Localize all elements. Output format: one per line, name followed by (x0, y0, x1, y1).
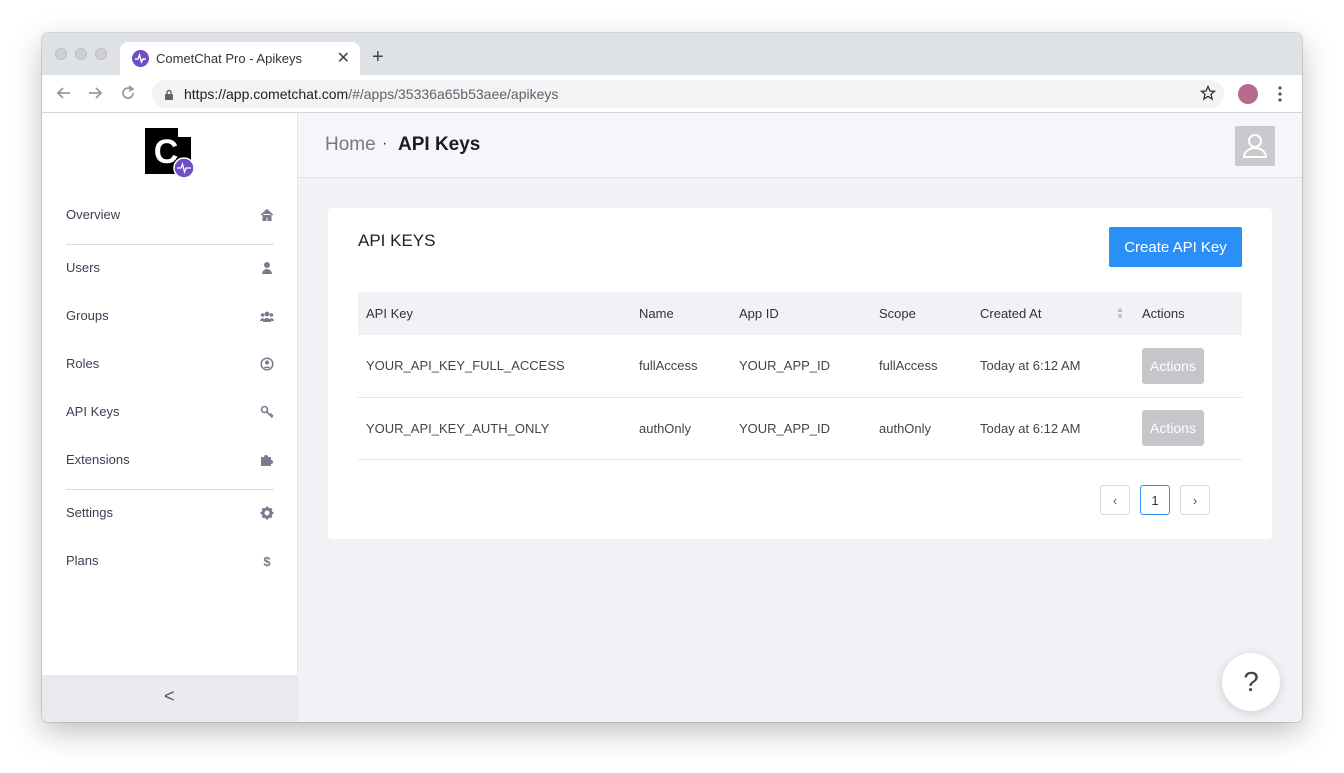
sidebar: C Overview Users Groups Roles API Keys E… (42, 113, 298, 722)
key-icon (260, 405, 274, 419)
column-header-name: Name (631, 292, 731, 335)
browser-tab[interactable]: CometChat Pro - Apikeys ✕ (120, 42, 360, 75)
pagination-page-button[interactable]: 1 (1140, 485, 1170, 515)
cell-actions: Actions (1134, 335, 1242, 398)
pagination-next-button[interactable]: › (1180, 485, 1210, 515)
sidebar-item-label: Users (66, 260, 100, 275)
cell-created-at: Today at 6:12 AM (972, 397, 1134, 460)
bookmark-star-icon[interactable] (1199, 84, 1217, 106)
main-content: Home · API Keys API KEYS Create API Key … (298, 113, 1302, 722)
users-group-icon (260, 309, 274, 323)
cell-app-id: YOUR_APP_ID (731, 335, 871, 398)
sidebar-item-extensions[interactable]: Extensions (66, 448, 274, 472)
sidebar-divider (66, 489, 274, 490)
window-zoom-button[interactable] (95, 48, 107, 60)
user-icon (260, 261, 274, 275)
table-row: YOUR_API_KEY_FULL_ACCESS fullAccess YOUR… (358, 335, 1242, 398)
user-circle-icon (260, 357, 274, 371)
pagination-prev-button[interactable]: ‹ (1100, 485, 1130, 515)
new-tab-button[interactable]: + (372, 47, 384, 67)
cell-api-key: YOUR_API_KEY_AUTH_ONLY (358, 397, 631, 460)
cometchat-logo[interactable]: C (144, 127, 198, 181)
address-bar[interactable]: https://app.cometchat.com/#/apps/35336a6… (152, 80, 1224, 108)
column-header-actions: Actions (1134, 292, 1242, 335)
cell-api-key: YOUR_API_KEY_FULL_ACCESS (358, 335, 631, 398)
column-header-created-at[interactable]: Created At ▲ ▼ (972, 292, 1134, 335)
url-host: https://app.cometchat.com (184, 86, 349, 102)
sidebar-item-label: Groups (66, 308, 109, 323)
cell-actions: Actions (1134, 397, 1242, 460)
reload-icon[interactable] (118, 83, 138, 103)
sidebar-item-api-keys[interactable]: API Keys (66, 400, 274, 424)
url-path: /#/apps/35336a65b53aee/apikeys (348, 86, 559, 102)
home-icon (260, 208, 274, 222)
sidebar-item-label: Roles (66, 356, 100, 371)
sidebar-item-label: Extensions (66, 452, 130, 467)
user-avatar[interactable] (1235, 126, 1275, 166)
header-bar: Home · API Keys (298, 113, 1302, 178)
column-header-scope: Scope (871, 292, 972, 335)
sidebar-item-label: API Keys (66, 404, 120, 419)
cell-app-id: YOUR_APP_ID (731, 397, 871, 460)
cell-name: authOnly (631, 397, 731, 460)
window-minimize-button[interactable] (75, 48, 87, 60)
sidebar-item-roles[interactable]: Roles (66, 352, 274, 376)
sort-icon[interactable]: ▲ ▼ (1116, 306, 1124, 321)
browser-toolbar: https://app.cometchat.com/#/apps/35336a6… (42, 75, 1302, 113)
chevron-left-icon: < (164, 686, 175, 706)
sidebar-item-users[interactable]: Users (66, 256, 274, 280)
sidebar-divider (66, 244, 274, 245)
breadcrumb-home[interactable]: Home (325, 134, 376, 156)
back-icon[interactable] (54, 83, 74, 103)
api-keys-table: API Key Name App ID Scope Created At ▲ ▼ A… (358, 292, 1242, 460)
table-row: YOUR_API_KEY_AUTH_ONLY authOnly YOUR_APP… (358, 397, 1242, 460)
gear-icon (260, 506, 274, 520)
actions-button[interactable]: Actions (1142, 410, 1204, 446)
sidebar-item-plans[interactable]: Plans $ (66, 549, 274, 573)
column-header-app-id: App ID (731, 292, 871, 335)
profile-avatar[interactable] (1238, 84, 1258, 104)
tab-strip: CometChat Pro - Apikeys ✕ + (42, 33, 1302, 75)
card-title: API KEYS (358, 231, 436, 250)
column-header-label: Created At (980, 306, 1042, 321)
dollar-icon: $ (260, 554, 274, 569)
actions-button[interactable]: Actions (1142, 347, 1204, 384)
api-keys-card: API KEYS Create API Key API Key Name App… (328, 208, 1272, 539)
browser-menu-icon[interactable] (1274, 84, 1286, 104)
cometchat-favicon-icon (132, 50, 149, 67)
url-text: https://app.cometchat.com/#/apps/35336a6… (184, 86, 558, 102)
breadcrumb-separator: · (382, 135, 388, 152)
browser-window: CometChat Pro - Apikeys ✕ + https://app.… (42, 33, 1302, 722)
cell-scope: authOnly (871, 397, 972, 460)
table-header-row: API Key Name App ID Scope Created At ▲ ▼ A… (358, 292, 1242, 335)
window-close-button[interactable] (55, 48, 67, 60)
cell-name: fullAccess (631, 335, 731, 398)
page-title: API Keys (398, 134, 481, 155)
sidebar-item-label: Plans (66, 553, 99, 568)
help-button[interactable]: ? (1222, 653, 1280, 711)
create-api-key-button[interactable]: Create API Key (1109, 227, 1242, 267)
sidebar-item-groups[interactable]: Groups (66, 304, 274, 328)
sidebar-collapse-button[interactable]: < (42, 675, 297, 722)
tab-close-icon[interactable]: ✕ (337, 48, 350, 68)
cell-scope: fullAccess (871, 335, 972, 398)
lock-icon (164, 88, 174, 106)
cell-created-at: Today at 6:12 AM (972, 335, 1134, 398)
sidebar-item-label: Overview (66, 207, 121, 222)
svg-text:$: $ (263, 554, 271, 568)
sidebar-item-settings[interactable]: Settings (66, 501, 274, 525)
column-header-api-key: API Key (358, 292, 631, 335)
tab-title: CometChat Pro - Apikeys (156, 51, 302, 66)
sidebar-item-overview[interactable]: Overview (66, 203, 274, 227)
forward-icon[interactable] (85, 83, 105, 103)
sidebar-item-label: Settings (66, 505, 113, 520)
puzzle-icon (260, 453, 274, 467)
